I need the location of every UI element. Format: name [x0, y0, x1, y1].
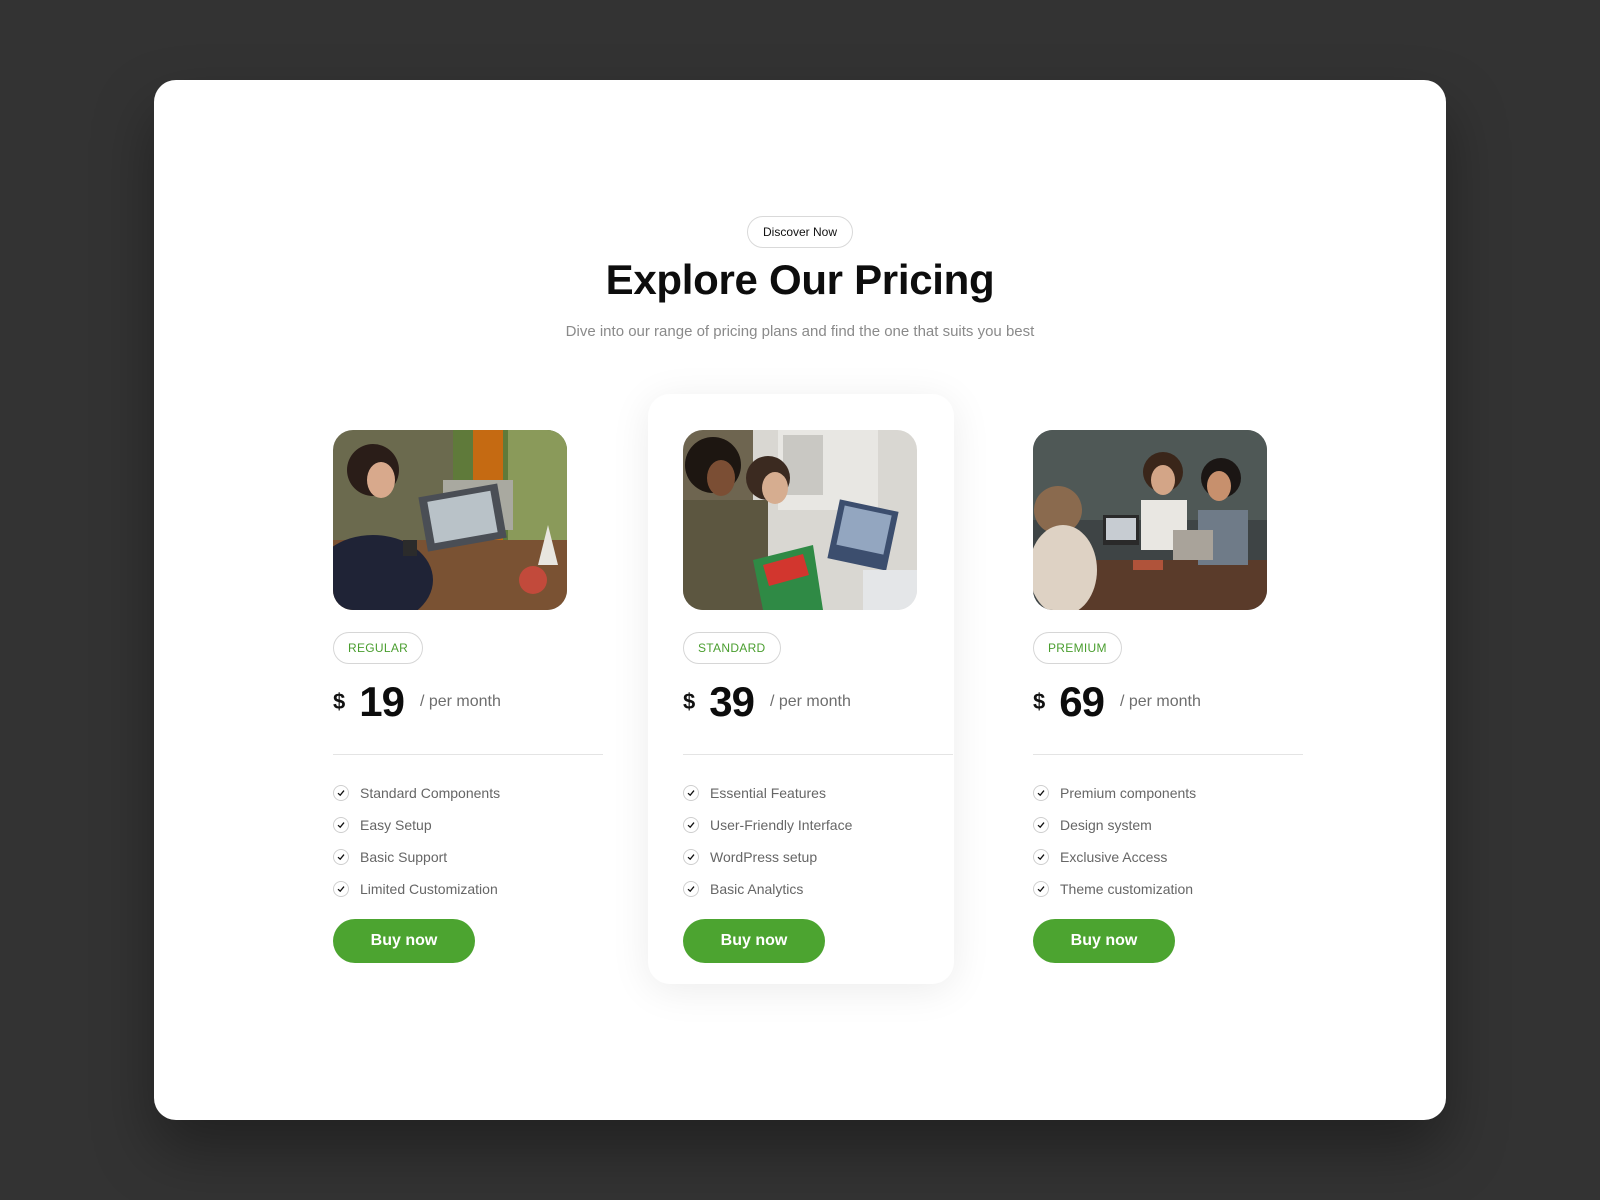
- buy-now-button-premium[interactable]: Buy now: [1033, 919, 1175, 963]
- photo-two-women-gift: [683, 430, 917, 610]
- feature-label: Premium components: [1060, 785, 1197, 801]
- plan-photo: [333, 430, 567, 610]
- feature-item: User-Friendly Interface: [683, 809, 953, 841]
- check-circle-icon: [683, 785, 699, 801]
- feature-item: Basic Support: [333, 841, 603, 873]
- check-circle-icon: [683, 881, 699, 897]
- feature-label: Basic Support: [360, 849, 448, 865]
- divider: [333, 754, 603, 755]
- check-circle-icon: [1033, 817, 1049, 833]
- plan-photo: [683, 430, 917, 610]
- feature-label: Essential Features: [710, 785, 826, 801]
- feature-item: Premium components: [1033, 777, 1303, 809]
- check-circle-icon: [333, 881, 349, 897]
- feature-label: Exclusive Access: [1060, 849, 1168, 865]
- price-amount: 19: [359, 678, 405, 725]
- buy-now-button-regular[interactable]: Buy now: [333, 919, 475, 963]
- price-row: $ 39 / per month: [683, 678, 953, 726]
- feature-label: User-Friendly Interface: [710, 817, 853, 833]
- page-title: Explore Our Pricing: [605, 256, 995, 303]
- plan-tier-badge: STANDARD: [683, 632, 781, 664]
- feature-list: Essential Features User-Friendly Interfa…: [683, 777, 953, 905]
- price-currency: $: [1033, 689, 1046, 714]
- page-subtitle: Dive into our range of pricing plans and…: [565, 323, 1035, 340]
- plan-photo: [1033, 430, 1267, 610]
- check-circle-icon: [1033, 849, 1049, 865]
- check-circle-icon: [333, 817, 349, 833]
- feature-label: Design system: [1060, 817, 1152, 833]
- check-circle-icon: [1033, 881, 1049, 897]
- feature-item: Limited Customization: [333, 873, 603, 905]
- check-circle-icon: [1033, 785, 1049, 801]
- price-period: / per month: [769, 693, 851, 710]
- feature-label: Limited Customization: [360, 881, 498, 897]
- feature-label: Theme customization: [1060, 881, 1194, 897]
- price-period: / per month: [419, 693, 501, 710]
- plan-tier-badge: PREMIUM: [1033, 632, 1122, 664]
- divider: [683, 754, 953, 755]
- feature-item: Design system: [1033, 809, 1303, 841]
- check-circle-icon: [333, 785, 349, 801]
- feature-label: Standard Components: [360, 785, 501, 801]
- feature-item: Standard Components: [333, 777, 603, 809]
- plan-card-standard: STANDARD $ 39 / per month Essential Feat…: [683, 430, 953, 963]
- check-circle-icon: [683, 817, 699, 833]
- pricing-page: Discover Now Explore Our Pricing Dive in…: [154, 80, 1446, 1120]
- feature-item: Theme customization: [1033, 873, 1303, 905]
- feature-item: WordPress setup: [683, 841, 953, 873]
- feature-list: Standard Components Easy Setup Basic Sup…: [333, 777, 603, 905]
- feature-label: WordPress setup: [710, 849, 818, 865]
- price-currency: $: [683, 689, 696, 714]
- plan-card-premium: PREMIUM $ 69 / per month Premium compone…: [1033, 430, 1303, 963]
- feature-item: Exclusive Access: [1033, 841, 1303, 873]
- check-circle-icon: [333, 849, 349, 865]
- feature-label: Easy Setup: [360, 817, 432, 833]
- divider: [1033, 754, 1303, 755]
- feature-item: Essential Features: [683, 777, 953, 809]
- photo-woman-laptop: [333, 430, 567, 610]
- price-amount: 39: [709, 678, 755, 725]
- price-currency: $: [333, 689, 346, 714]
- price-row: $ 69 / per month: [1033, 678, 1303, 726]
- price-period: / per month: [1119, 693, 1201, 710]
- photo-group-meeting: [1033, 430, 1267, 610]
- feature-item: Basic Analytics: [683, 873, 953, 905]
- feature-label: Basic Analytics: [710, 881, 804, 897]
- feature-item: Easy Setup: [333, 809, 603, 841]
- feature-list: Premium components Design system Exclusi…: [1033, 777, 1303, 905]
- price-row: $ 19 / per month: [333, 678, 603, 726]
- price-amount: 69: [1059, 678, 1105, 725]
- check-circle-icon: [683, 849, 699, 865]
- buy-now-button-standard[interactable]: Buy now: [683, 919, 825, 963]
- plan-card-regular: REGULAR $ 19 / per month Standard Compon…: [333, 430, 603, 963]
- discover-now-badge[interactable]: Discover Now: [747, 216, 853, 248]
- plan-tier-badge: REGULAR: [333, 632, 424, 664]
